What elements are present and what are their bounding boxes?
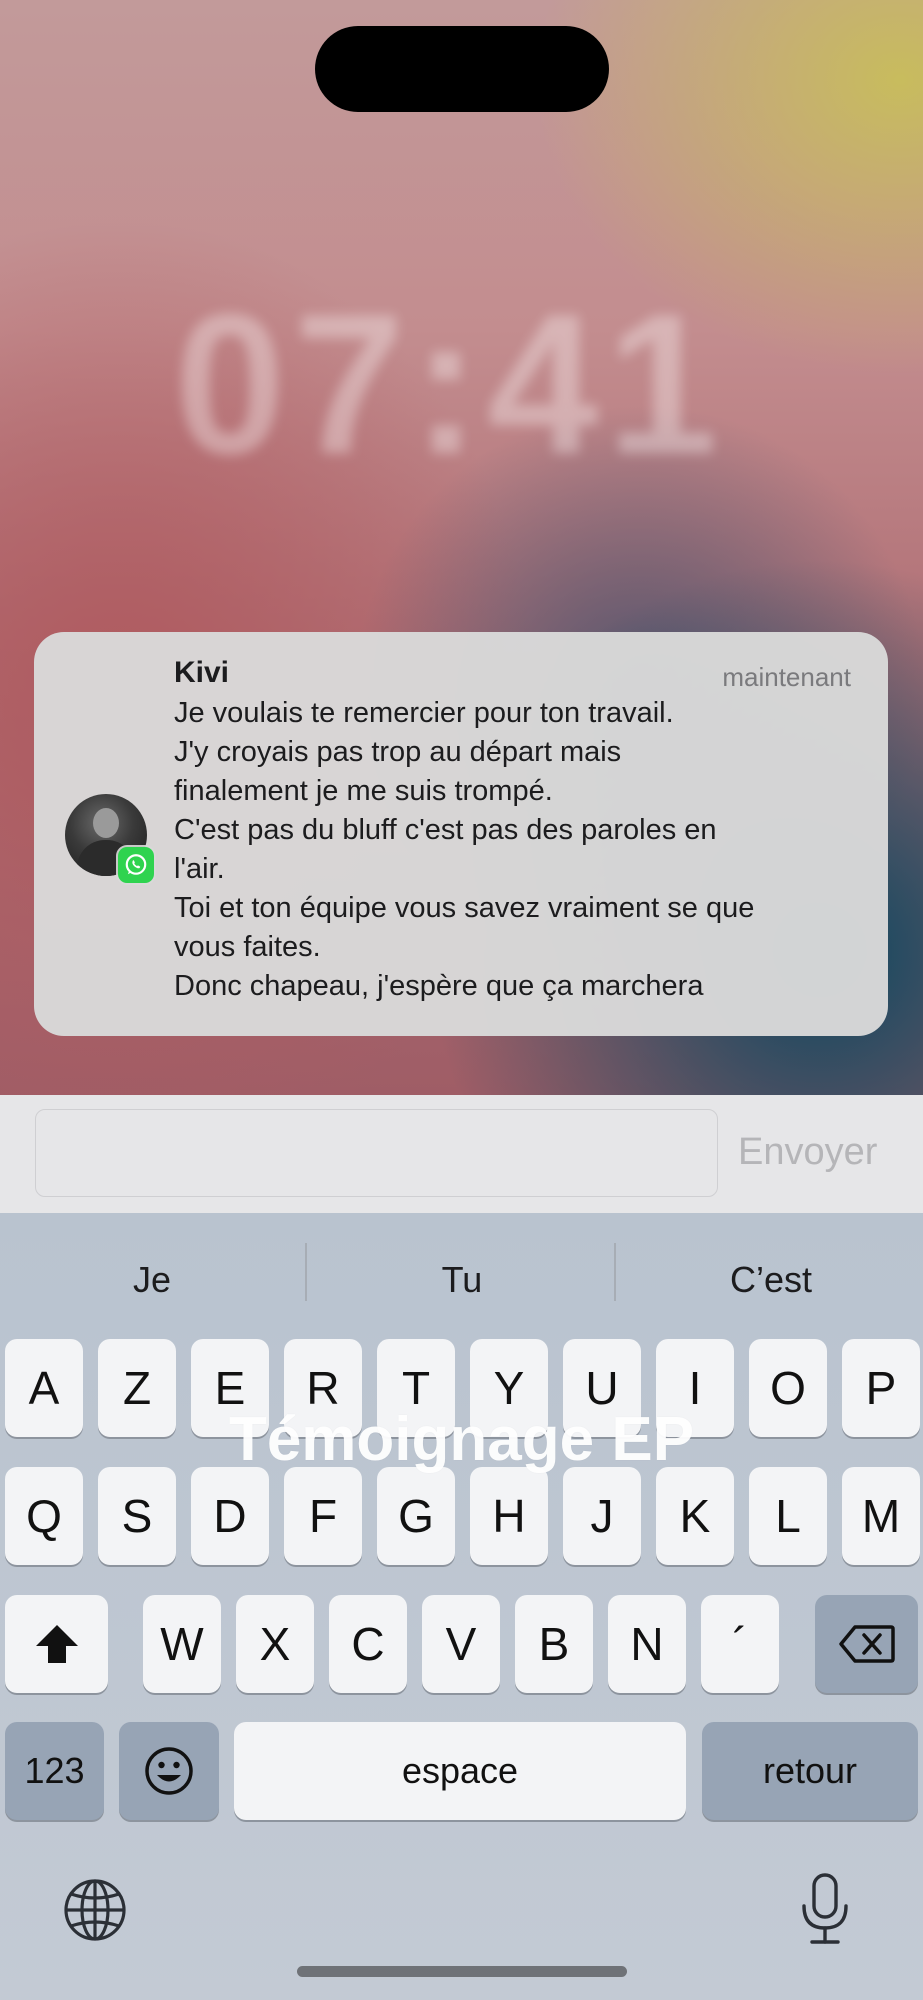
suggestion-1[interactable]: Je	[2, 1259, 302, 1301]
globe-icon[interactable]	[62, 1877, 128, 1943]
return-key[interactable]: retour	[702, 1722, 918, 1820]
notification-sender: Kivi	[174, 656, 230, 689]
key-s[interactable]: S	[98, 1467, 176, 1565]
notification-message: Je voulais te remercier pour ton travail…	[174, 694, 854, 1006]
key-v[interactable]: V	[422, 1595, 500, 1693]
dynamic-island	[315, 26, 609, 112]
lockscreen-clock: 07:41	[174, 273, 726, 496]
message-line: l'air.	[174, 853, 225, 885]
space-key[interactable]: espace	[234, 1722, 686, 1820]
home-indicator	[297, 1966, 627, 1977]
suggestion-divider	[305, 1243, 307, 1301]
key-l[interactable]: L	[749, 1467, 827, 1565]
whatsapp-icon	[118, 847, 154, 883]
key-g[interactable]: G	[377, 1467, 455, 1565]
send-button[interactable]: Envoyer	[738, 1131, 877, 1174]
key-acute-accent[interactable]: ´	[701, 1595, 779, 1693]
shift-key[interactable]	[5, 1595, 108, 1693]
suggestion-3[interactable]: C’est	[621, 1259, 921, 1301]
message-line: C'est pas du bluff c'est pas des paroles…	[174, 814, 717, 846]
message-line: Donc chapeau, j'espère que ça marchera	[174, 970, 704, 1002]
message-line: Toi et ton équipe vous savez vraiment se…	[174, 892, 755, 924]
numbers-key[interactable]: 123	[5, 1722, 104, 1820]
key-f[interactable]: F	[284, 1467, 362, 1565]
suggestion-divider	[614, 1243, 616, 1301]
message-line: J'y croyais pas trop au départ mais	[174, 736, 622, 768]
key-q[interactable]: Q	[5, 1467, 83, 1565]
microphone-icon[interactable]	[798, 1872, 852, 1946]
emoji-icon	[145, 1747, 193, 1795]
key-h[interactable]: H	[470, 1467, 548, 1565]
key-m[interactable]: M	[842, 1467, 920, 1565]
overlay-caption: Témoignage EP	[228, 1405, 695, 1474]
key-w[interactable]: W	[143, 1595, 221, 1693]
message-line: Je voulais te remercier pour ton travail…	[174, 697, 674, 729]
key-n[interactable]: N	[608, 1595, 686, 1693]
key-c[interactable]: C	[329, 1595, 407, 1693]
key-b[interactable]: B	[515, 1595, 593, 1693]
shift-icon	[35, 1625, 78, 1663]
key-j[interactable]: J	[563, 1467, 641, 1565]
notification-time: maintenant	[722, 662, 851, 692]
message-line: finalement je me suis trompé.	[174, 775, 553, 807]
message-line: vous faites.	[174, 931, 321, 963]
key-d[interactable]: D	[191, 1467, 269, 1565]
keyboard: Je Tu C’est A Z E R T Y U I O P Q S D F …	[0, 1213, 923, 2000]
suggestion-2[interactable]: Tu	[312, 1259, 612, 1301]
key-k[interactable]: K	[656, 1467, 734, 1565]
emoji-key[interactable]	[119, 1722, 219, 1820]
reply-input[interactable]	[35, 1109, 718, 1197]
whatsapp-notification[interactable]: Kivi maintenant Je voulais te remercier …	[34, 632, 888, 1036]
backspace-icon	[838, 1625, 895, 1663]
reply-bar: Envoyer	[0, 1095, 923, 1213]
key-x[interactable]: X	[236, 1595, 314, 1693]
backspace-key[interactable]	[815, 1595, 918, 1693]
